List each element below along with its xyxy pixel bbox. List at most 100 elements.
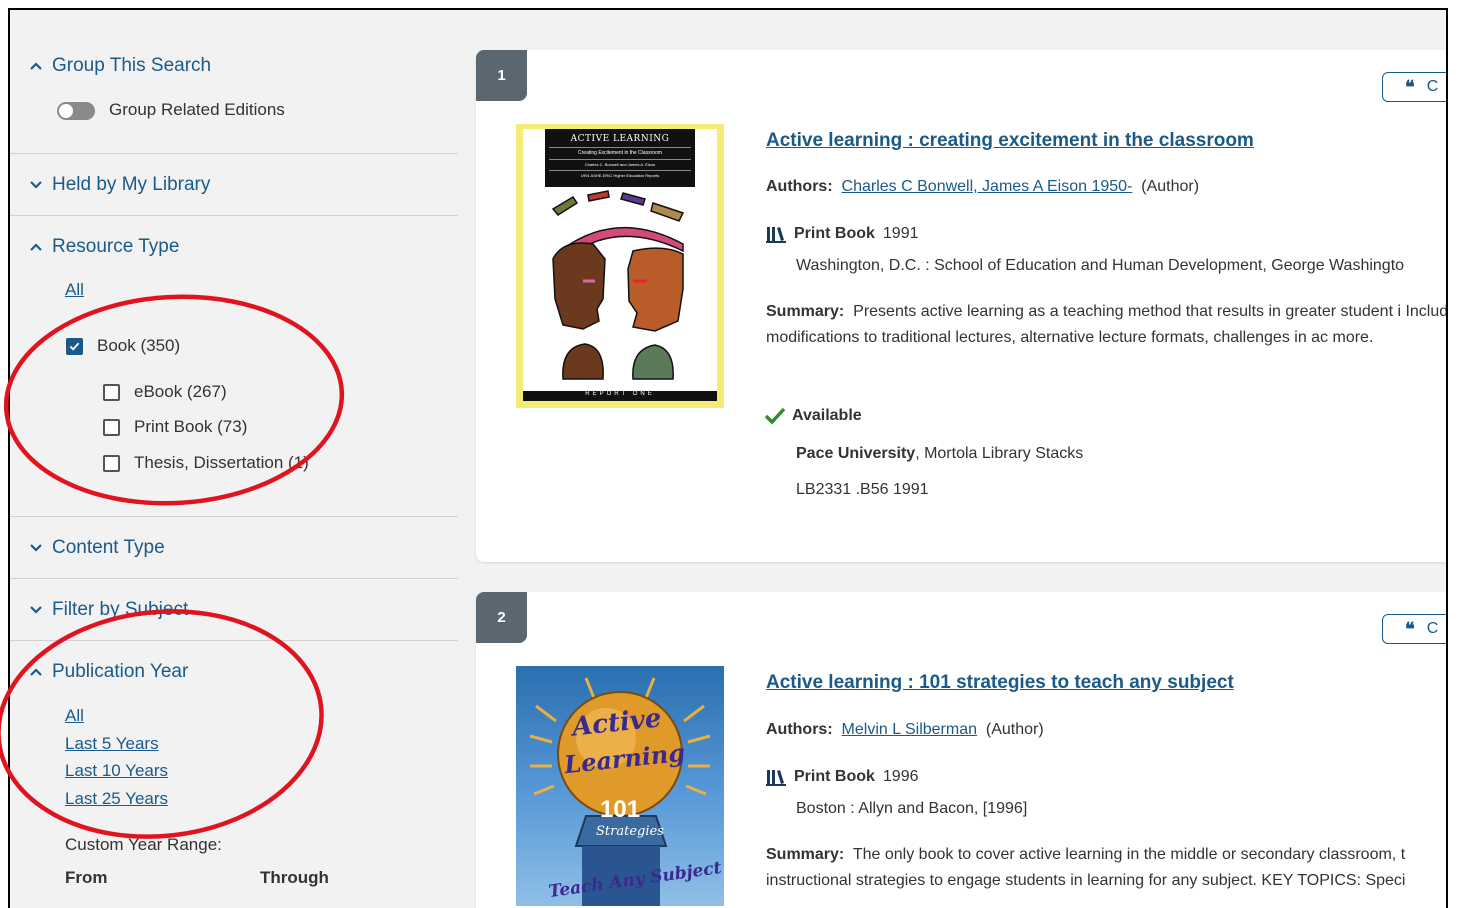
cover-number: 101 [600,796,641,823]
chevron-up-icon [28,664,44,680]
result-publisher: Boston : Allyn and Bacon, [1996] [796,800,1028,817]
toggle-knob [59,104,73,118]
author-role: (Author) [985,721,1044,738]
result-summary: Summary: Presents active learning as a t… [766,299,1448,351]
facet-group-search-header[interactable]: Group This Search [28,55,211,77]
holding-location: Pace University, Mortola Library Stacks [796,445,1083,463]
checkbox-label: Book (350) [97,336,181,355]
book-cover-image[interactable]: Active Learning 101 Strategies Teach Any… [516,666,724,906]
chevron-down-icon [28,540,44,556]
result-title-link[interactable]: Active learning : 101 strategies to teac… [766,672,1234,694]
author-role: (Author) [1141,178,1200,195]
authors-label: Authors: [766,721,833,738]
cover-illustration [551,190,685,380]
summary-label: Summary: [766,303,845,320]
result-number-badge: 2 [476,592,527,643]
format-label: Print Book [794,225,875,242]
ebook-checkbox-row[interactable]: eBook (267) [103,382,227,402]
book-stack-icon [766,227,786,243]
cover-subtitle: Creating Excitement in the Classroom [549,147,691,156]
facet-heading: Publication Year [52,661,189,682]
availability-label: Available [792,407,862,424]
chevron-up-icon [28,58,44,74]
shelf-location: , Mortola Library Stacks [915,445,1084,462]
group-editions-label: Group Related Editions [109,100,285,119]
summary-text: The only book to cover active learning i… [766,846,1406,889]
checkmark-icon [764,407,786,425]
format-year: 1996 [882,768,919,785]
cover-title: ACTIVE LEARNING [570,134,670,144]
call-number: LB2331 .B56 1991 [796,481,929,498]
cover-series: 1991 ASHE-ERIC Higher Education Reports [549,170,691,178]
result-format: Print Book 1996 [766,768,918,786]
result-publisher: Washington, D.C. : School of Education a… [796,257,1405,274]
pub-year-all-link[interactable]: All [65,706,84,726]
facet-heading: Resource Type [52,236,180,257]
divider [10,640,458,641]
checkbox[interactable] [103,418,120,436]
checkbox-label: eBook (267) [134,382,227,401]
facet-subject-header[interactable]: Filter by Subject [28,599,188,621]
facet-resource-type-header[interactable]: Resource Type [28,236,179,258]
author-link[interactable]: Charles C Bonwell, James A Eison 1950- [842,178,1133,195]
facet-sidebar: Group This Search Group Related Editions… [10,10,458,908]
author-link[interactable]: Melvin L Silberman [842,721,977,738]
facet-pub-year-header[interactable]: Publication Year [28,661,188,683]
checkbox-label: Thesis, Dissertation (1) [134,453,309,472]
format-year: 1991 [882,225,919,242]
divider [10,153,458,154]
summary-label: Summary: [766,846,845,863]
facet-heading: Filter by Subject [52,599,189,620]
book-checkbox-row[interactable]: Book (350) [66,336,180,356]
group-editions-toggle[interactable] [57,102,95,120]
checkbox-label: Print Book (73) [134,417,248,436]
result-number-badge: 1 [476,50,527,101]
result-card: 2 ❝ C Active Learning 101 Strategies Tea… [476,592,1446,908]
availability-status: Available [764,407,862,425]
facet-held-by-header[interactable]: Held by My Library [28,174,210,196]
chevron-down-icon [28,177,44,193]
result-title-link[interactable]: Active learning : creating excitement in… [766,130,1254,152]
app-window: Group This Search Group Related Editions… [8,8,1448,908]
through-label: Through [260,868,329,887]
facet-heading: Group This Search [52,55,212,76]
library-name: Pace University [796,445,916,462]
divider [10,516,458,517]
result-authors: Authors: Melvin L Silberman (Author) [766,721,1044,739]
cite-button[interactable]: ❝ C [1382,614,1446,644]
checkbox[interactable] [103,454,120,472]
quote-icon: ❝ [1405,76,1415,98]
cite-button-label: C [1426,620,1439,637]
pub-year-10-link[interactable]: Last 10 Years [65,761,168,781]
chevron-up-icon [28,239,44,255]
quote-icon: ❝ [1405,618,1415,640]
custom-range-label: Custom Year Range: [65,835,222,854]
authors-label: Authors: [766,178,833,195]
checkbox[interactable] [103,383,120,401]
print-book-checkbox-row[interactable]: Print Book (73) [103,417,247,437]
divider [10,578,458,579]
checkbox-checked[interactable] [66,337,83,355]
book-cover-image[interactable]: ACTIVE LEARNING Creating Excitement in t… [516,124,724,408]
summary-text: Presents active learning as a teaching m… [766,303,1448,346]
resource-type-all-link[interactable]: All [65,280,84,300]
result-authors: Authors: Charles C Bonwell, James A Eiso… [766,178,1199,196]
cover-authors: Charles C. Bonwell and James A. Eison [549,159,691,167]
format-label: Print Book [794,768,875,785]
cover-title-block: ACTIVE LEARNING Creating Excitement in t… [545,129,695,187]
cover-strategies: Strategies [596,824,664,839]
cite-button[interactable]: ❝ C [1382,72,1446,102]
facet-content-type-header[interactable]: Content Type [28,537,165,559]
divider [10,215,458,216]
facet-heading: Held by My Library [52,174,211,195]
thesis-checkbox-row[interactable]: Thesis, Dissertation (1) [103,453,309,473]
book-stack-icon [766,770,786,786]
pub-year-25-link[interactable]: Last 25 Years [65,789,168,809]
cite-button-label: C [1426,78,1439,95]
result-format: Print Book 1991 [766,225,918,243]
facet-heading: Content Type [52,537,165,558]
chevron-down-icon [28,602,44,618]
result-summary: Summary: The only book to cover active l… [766,842,1446,894]
from-label: From [65,868,108,887]
pub-year-5-link[interactable]: Last 5 Years [65,734,159,754]
